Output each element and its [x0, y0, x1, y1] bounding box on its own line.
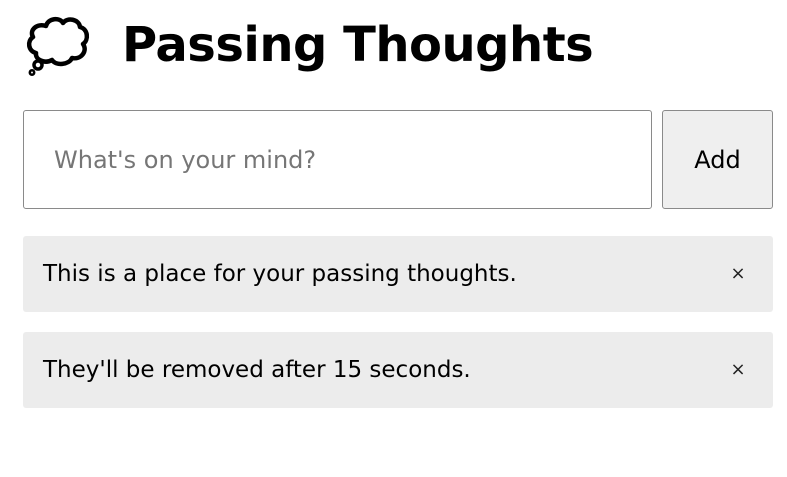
thought-item: This is a place for your passing thought… — [23, 236, 773, 312]
thought-input[interactable] — [23, 110, 652, 209]
header: Passing Thoughts — [26, 14, 594, 76]
remove-thought-button[interactable]: × — [721, 257, 755, 291]
thought-text: They'll be removed after 15 seconds. — [43, 357, 471, 383]
app: Passing Thoughts Add This is a place for… — [0, 0, 787, 477]
thought-bubble-icon — [26, 16, 90, 76]
page-title: Passing Thoughts — [122, 17, 594, 73]
add-button[interactable]: Add — [662, 110, 773, 209]
add-thought-form: Add — [23, 110, 773, 209]
remove-thought-button[interactable]: × — [721, 353, 755, 387]
thought-text: This is a place for your passing thought… — [43, 261, 517, 287]
thought-list: This is a place for your passing thought… — [23, 236, 773, 428]
thought-item: They'll be removed after 15 seconds. × — [23, 332, 773, 408]
